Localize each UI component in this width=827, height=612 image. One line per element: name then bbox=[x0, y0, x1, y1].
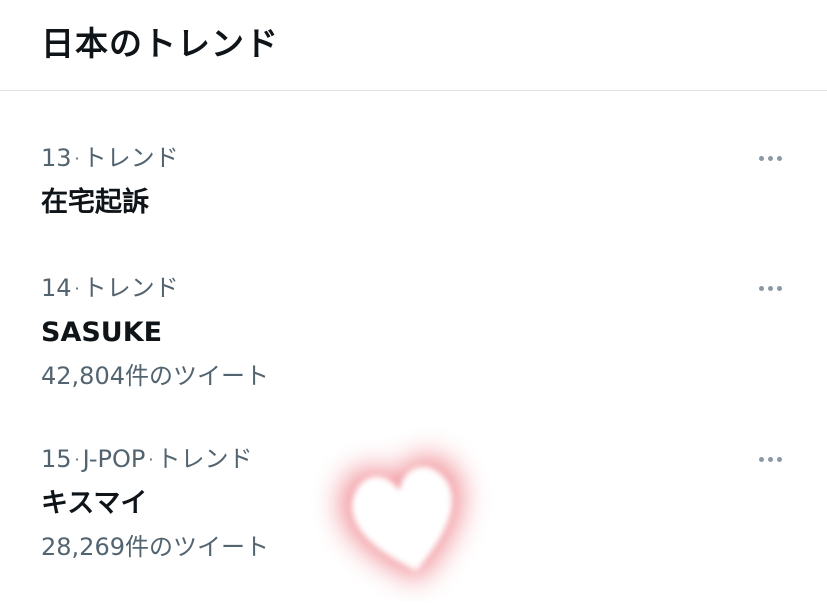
trend-meta: 15 · J-POP · トレンド bbox=[41, 443, 252, 476]
more-horizontal-icon-dot bbox=[758, 285, 764, 291]
more-horizontal-icon-dot bbox=[767, 285, 773, 291]
trend-item[interactable]: 13 · トレンド 在宅起訴 bbox=[0, 142, 827, 232]
trend-rank: 13 bbox=[41, 144, 72, 172]
trend-rank: 14 bbox=[41, 274, 72, 302]
trend-name: 在宅起訴 bbox=[41, 187, 149, 218]
trend-context: トレンド bbox=[82, 274, 179, 302]
separator-dot: · bbox=[74, 149, 80, 168]
trend-context: トレンド bbox=[156, 445, 253, 473]
trends-page: 日本のトレンド 13 · トレンド 在宅起訴 14 · トレンド SASUKE 42,8… bbox=[0, 0, 827, 612]
trend-item[interactable]: 14 · トレンド SASUKE 42,804件のツイート bbox=[0, 272, 827, 402]
heart-sticker bbox=[340, 456, 462, 581]
trend-rank: 15 bbox=[41, 445, 72, 473]
page-title: 日本のトレンド bbox=[41, 24, 279, 63]
more-horizontal-icon-dot bbox=[758, 155, 764, 161]
trend-meta: 14 · トレンド bbox=[41, 272, 179, 305]
more-options-button[interactable] bbox=[744, 276, 796, 300]
trend-context: トレンド bbox=[82, 144, 179, 172]
separator-dot: · bbox=[148, 450, 154, 469]
more-horizontal-icon-dot bbox=[776, 456, 782, 462]
tweet-count: 42,804件のツイート bbox=[41, 362, 269, 390]
trend-name: キスマイ bbox=[41, 488, 148, 519]
more-options-button[interactable] bbox=[744, 146, 796, 170]
separator-dot: · bbox=[74, 279, 80, 298]
more-horizontal-icon-dot bbox=[767, 456, 773, 462]
more-horizontal-icon-dot bbox=[758, 456, 764, 462]
trend-name: SASUKE bbox=[41, 317, 163, 348]
trends-header: 日本のトレンド bbox=[0, 0, 827, 91]
trend-meta: 13 · トレンド bbox=[41, 142, 179, 175]
tweet-count: 28,269件のツイート bbox=[41, 533, 269, 561]
separator-dot: · bbox=[74, 450, 80, 469]
trend-category: J-POP bbox=[82, 445, 146, 473]
more-horizontal-icon-dot bbox=[776, 155, 782, 161]
more-horizontal-icon-dot bbox=[767, 155, 773, 161]
more-horizontal-icon-dot bbox=[776, 285, 782, 291]
more-options-button[interactable] bbox=[744, 447, 796, 471]
